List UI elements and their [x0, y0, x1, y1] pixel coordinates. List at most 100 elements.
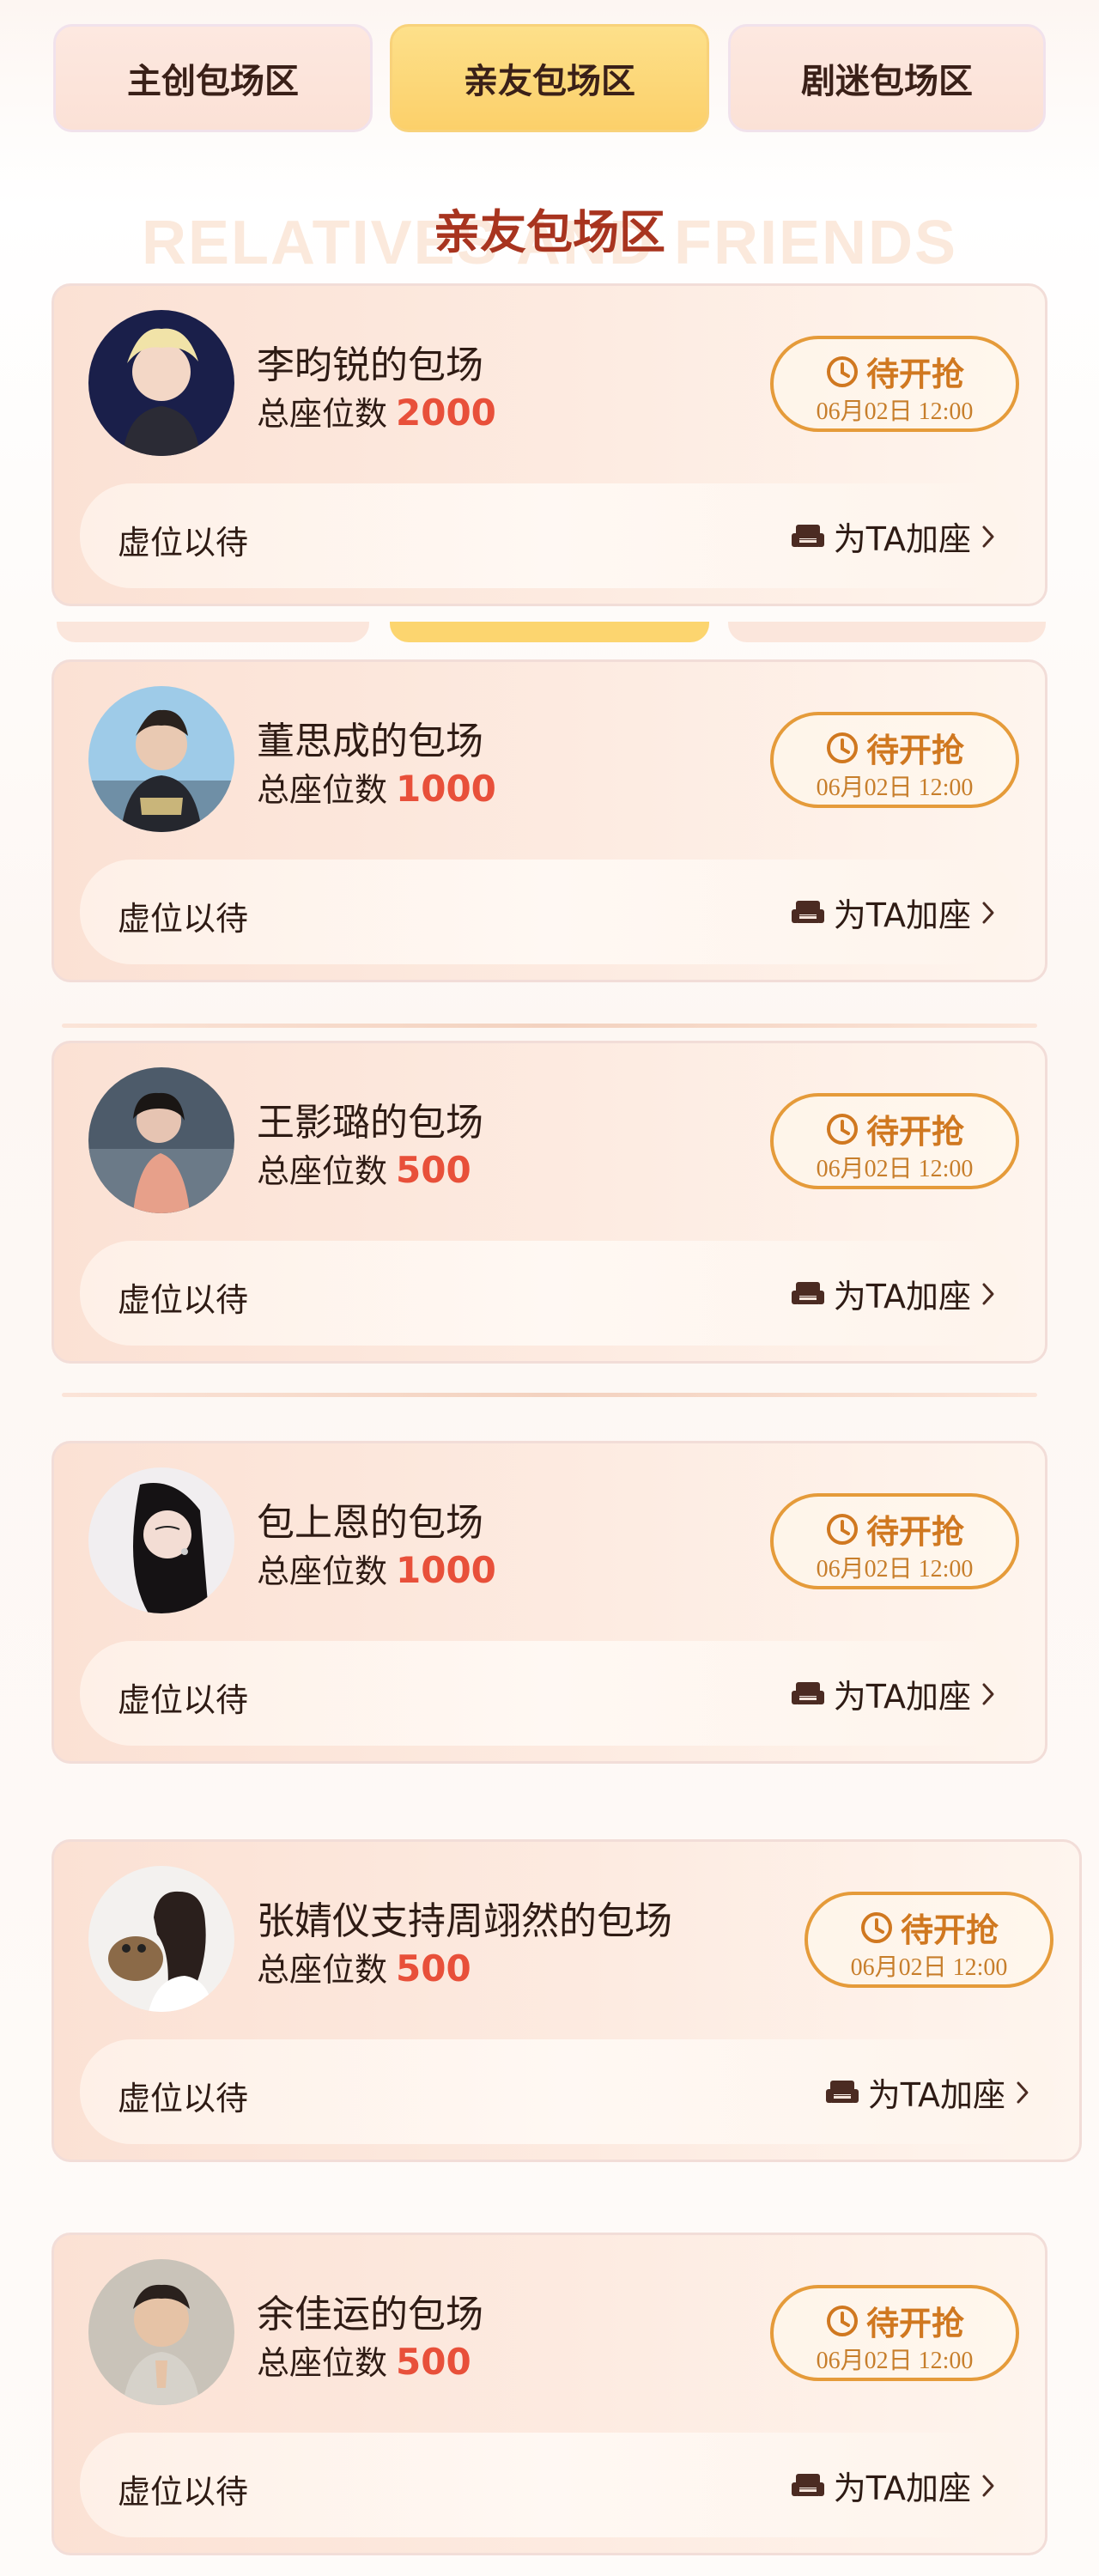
add-seat-label: 为TA加座	[833, 1278, 971, 1315]
seat-count-label: 总座位数	[257, 1552, 388, 1590]
status-label: 待开抢	[865, 1113, 964, 1151]
seat-count: 总座位数 1000	[257, 763, 496, 811]
seat-count-label: 总座位数	[257, 1152, 388, 1190]
status-badge[interactable]: 待开抢 06月02日 12:00	[805, 1892, 1053, 1988]
party-card-3[interactable]: 王影璐的包场 总座位数 500 待开抢 06月02日 12:00 虚位以待 为T…	[52, 1041, 1047, 1364]
status-row: 待开抢	[808, 1904, 1050, 1951]
seat-bar: 虚位以待 为TA加座	[80, 483, 1019, 588]
sofa-icon	[791, 2473, 824, 2496]
add-seat-button[interactable]: 为TA加座	[791, 1670, 997, 1717]
section-title: 亲友包场区	[434, 205, 665, 259]
seat-count-value: 1000	[396, 1549, 496, 1591]
seat-count-value: 1000	[396, 768, 496, 810]
status-label: 待开抢	[900, 1911, 999, 1949]
waiting-text: 虚位以待	[118, 900, 249, 938]
sofa-icon	[791, 900, 824, 923]
seat-bar: 虚位以待 为TA加座	[80, 2433, 1019, 2537]
tab-bar: 主创包场区 亲友包场区 剧迷包场区	[0, 0, 1099, 146]
avatar-woman-sea	[88, 1067, 234, 1213]
add-seat-button[interactable]: 为TA加座	[791, 513, 997, 560]
ghost-strip	[728, 622, 1046, 642]
party-name: 王影璐的包场	[257, 1101, 483, 1145]
clock-icon	[826, 1513, 858, 1545]
party-name: 余佳运的包场	[257, 2293, 483, 2336]
seat-count-label: 总座位数	[257, 1951, 388, 1989]
status-row: 待开抢	[774, 1105, 1016, 1152]
status-badge[interactable]: 待开抢 06月02日 12:00	[770, 1493, 1019, 1589]
divider	[62, 1024, 1037, 1028]
seat-count-label: 总座位数	[257, 771, 388, 809]
seat-count-label: 总座位数	[257, 2344, 388, 2382]
seat-bar: 虚位以待 为TA加座	[80, 2039, 1053, 2144]
clock-icon	[826, 732, 858, 763]
start-time: 06月02日 12:00	[816, 2348, 974, 2374]
clock-icon	[826, 2305, 858, 2336]
add-seat-label: 为TA加座	[867, 2076, 1005, 2114]
add-seat-label: 为TA加座	[833, 520, 971, 558]
party-card-1[interactable]: 李昀锐的包场 总座位数 2000 待开抢 06月02日 12:00 虚位以待 为…	[52, 283, 1047, 606]
start-time: 06月02日 12:00	[816, 775, 974, 801]
seat-bar: 虚位以待 为TA加座	[80, 1241, 1019, 1346]
party-card-5[interactable]: 张婧仪支持周翊然的包场 总座位数 500 待开抢 06月02日 12:00 虚位以…	[52, 1839, 1082, 2162]
chevron-right-icon	[982, 1683, 994, 1704]
party-name: 包上恩的包场	[257, 1501, 483, 1545]
status-row: 待开抢	[774, 348, 1016, 395]
seat-count-value: 500	[396, 2341, 471, 2383]
waiting-text: 虚位以待	[118, 524, 249, 562]
clock-icon	[826, 355, 858, 387]
add-seat-button[interactable]: 为TA加座	[791, 1270, 997, 1317]
start-time: 06月02日 12:00	[850, 1954, 1008, 1981]
chevron-right-icon	[982, 1283, 994, 1304]
section-header: RELATIVES AND FRIENDS 亲友包场区	[0, 180, 1099, 277]
status-row: 待开抢	[774, 2297, 1016, 2344]
status-badge[interactable]: 待开抢 06月02日 12:00	[770, 712, 1019, 808]
tab-friends-zone[interactable]: 亲友包场区	[390, 24, 709, 132]
status-row: 待开抢	[774, 724, 1016, 771]
chevron-right-icon	[1017, 2081, 1029, 2103]
status-label: 待开抢	[865, 732, 964, 769]
party-name: 李昀锐的包场	[257, 343, 483, 387]
sofa-icon	[791, 1281, 824, 1304]
ghost-strip	[390, 622, 709, 642]
sofa-icon	[791, 1681, 824, 1704]
seat-bar: 虚位以待 为TA加座	[80, 860, 1019, 964]
avatar-blond-man	[88, 310, 234, 456]
sofa-icon	[825, 2080, 859, 2103]
seat-count-value: 2000	[396, 392, 496, 434]
waiting-text: 虚位以待	[118, 1681, 249, 1719]
divider	[62, 1393, 1037, 1397]
add-seat-button[interactable]: 为TA加座	[791, 2462, 997, 2509]
party-card-2[interactable]: 董思成的包场 总座位数 1000 待开抢 06月02日 12:00 虚位以待 为…	[52, 659, 1047, 982]
seat-count: 总座位数 500	[257, 1943, 471, 1990]
tab-fans-zone[interactable]: 剧迷包场区	[728, 24, 1046, 132]
status-badge[interactable]: 待开抢 06月02日 12:00	[770, 2285, 1019, 2381]
chevron-right-icon	[982, 526, 994, 547]
add-seat-button[interactable]: 为TA加座	[791, 889, 997, 936]
add-seat-label: 为TA加座	[833, 2470, 971, 2507]
add-seat-label: 为TA加座	[833, 896, 971, 934]
sofa-icon	[791, 524, 824, 547]
party-card-6[interactable]: 余佳运的包场 总座位数 500 待开抢 06月02日 12:00 虚位以待 为T…	[52, 2233, 1047, 2555]
start-time: 06月02日 12:00	[816, 398, 974, 425]
status-row: 待开抢	[774, 1505, 1016, 1552]
start-time: 06月02日 12:00	[816, 1156, 974, 1182]
status-badge[interactable]: 待开抢 06月02日 12:00	[770, 1093, 1019, 1189]
waiting-text: 虚位以待	[118, 2080, 249, 2117]
avatar-man-sky	[88, 686, 234, 832]
party-card-4[interactable]: 包上恩的包场 总座位数 1000 待开抢 06月02日 12:00 虚位以待 为…	[52, 1441, 1047, 1764]
chevron-right-icon	[982, 902, 994, 923]
status-label: 待开抢	[865, 1513, 964, 1551]
party-name: 董思成的包场	[257, 720, 483, 763]
avatar-woman-white	[88, 1467, 234, 1613]
waiting-text: 虚位以待	[118, 1281, 249, 1319]
status-badge[interactable]: 待开抢 06月02日 12:00	[770, 336, 1019, 432]
start-time: 06月02日 12:00	[816, 1556, 974, 1583]
seat-bar: 虚位以待 为TA加座	[80, 1641, 1019, 1746]
add-seat-button[interactable]: 为TA加座	[825, 2069, 1031, 2116]
seat-count-value: 500	[396, 1947, 471, 1990]
seat-count-label: 总座位数	[257, 395, 388, 433]
waiting-text: 虚位以待	[118, 2473, 249, 2511]
seat-count-value: 500	[396, 1149, 471, 1191]
tab-creators-zone[interactable]: 主创包场区	[53, 24, 373, 132]
seat-count: 总座位数 500	[257, 2336, 471, 2384]
